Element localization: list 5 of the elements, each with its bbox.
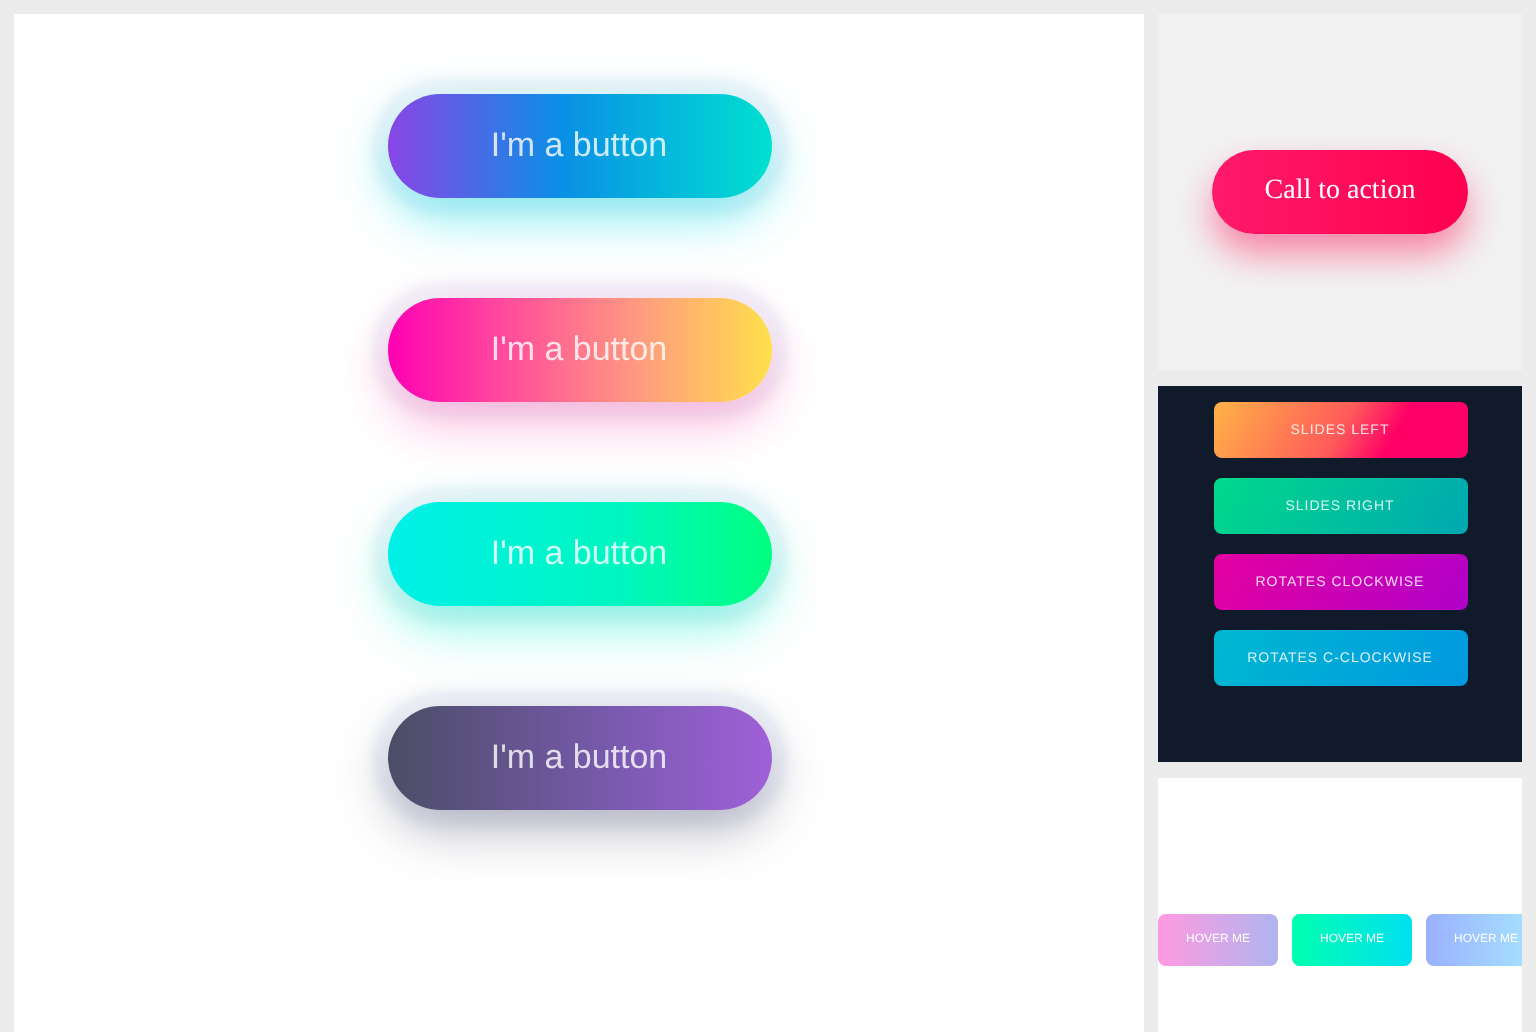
gradient-button[interactable]: I'm a button	[387, 502, 771, 606]
gradient-button[interactable]: I'm a button	[387, 298, 771, 402]
call-to-action-button[interactable]: Call to action	[1212, 150, 1468, 234]
gradient-button[interactable]: I'm a button	[387, 94, 771, 198]
gradient-button[interactable]: I'm a button	[387, 706, 771, 810]
